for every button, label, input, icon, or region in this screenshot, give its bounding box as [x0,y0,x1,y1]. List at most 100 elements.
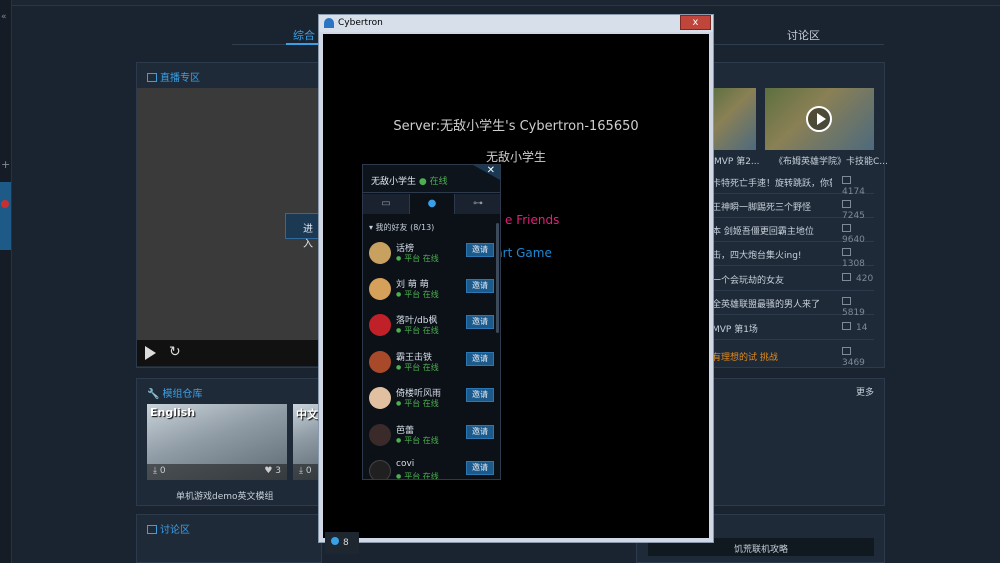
friends-panel: 无敌小学生 ● 在线 ✕ ▭ ● ⊶ ▾ 我的好友 (8/13) 话榜 平台 在… [362,164,501,480]
left-dock: « + [0,0,12,563]
friend-status: 平台 在线 [396,325,439,336]
top-bar [12,0,1000,6]
window-close-button[interactable]: x [680,15,711,30]
avatar [369,314,391,336]
refresh-icon[interactable]: ↻ [169,344,181,360]
list-item[interactable]: 一个会玩劫的女友 420 [712,267,874,291]
play-box-icon [147,73,157,82]
current-user-name: 无敌小学生 [371,177,417,187]
friends-scrollbar[interactable] [496,223,499,333]
invite-friends-button[interactable]: e Friends [505,213,559,227]
video-controls: ↻ [137,340,320,366]
cybertron-logo-icon [324,18,334,28]
list-item[interactable]: 全英雄联盟最骚的男人来了 5819 [712,291,874,318]
mod-lang-label: 中文 [296,408,318,421]
tab-games[interactable]: ⊶ [455,194,500,214]
wrench-icon: 🔧 [147,389,160,400]
mod-likes: 3 [275,466,281,476]
friend-item[interactable]: 落叶/db枫 平台 在线 邀请 [367,311,495,347]
promo-text[interactable]: 有理想的试 挑战 [712,350,778,363]
list-item[interactable]: 本 剑姬吾僵更回霸主地位 9640 [712,218,874,245]
list-item[interactable]: MVP 第1场 14 [712,316,874,340]
enter-live-button[interactable]: 进入 [285,213,321,250]
friend-status: 平台 在线 [396,362,439,373]
friend-item[interactable]: 霸王击铁 平台 在线 邀请 [367,348,495,384]
friend-status: 平台 在线 [396,471,439,479]
mod-downloads: 0 [305,466,312,476]
invite-button[interactable]: 邀请 [466,461,494,475]
person-icon [331,537,339,545]
video-caption[interactable]: 《布姆英雄学院》卡技能C... [774,154,888,167]
notification-dot [1,200,9,208]
friend-name: covi [396,459,415,469]
friend-item[interactable]: covi 平台 在线 邀请 [367,457,495,479]
item-title: 击，四大炮台集火ing! [712,251,802,261]
collapse-icon[interactable]: « [1,12,7,22]
item-count: 3469 [842,347,874,368]
friends-panel-header: 无敌小学生 ● 在线 ✕ [363,165,500,193]
close-icon: x [692,17,699,28]
dock-active-item[interactable] [0,182,11,250]
friends-tabs: ▭ ● ⊶ [363,194,500,214]
invite-button[interactable]: 邀请 [466,425,494,439]
mod-card[interactable]: English ⤓ 0 ♥ 3 [147,404,287,480]
tab-overview[interactable]: 综合 [293,27,315,43]
chat-icon [147,525,157,534]
tab-discussion[interactable]: 讨论区 [787,27,820,43]
list-item[interactable]: 击，四大炮台集火ing! 1308 [712,242,874,269]
more-link[interactable]: 更多 [856,385,874,398]
item-title: MVP 第1场 [712,325,758,335]
friends-panel-close-button[interactable]: ✕ [473,165,500,181]
friends-icon: ● [427,198,437,209]
avatar [369,242,391,264]
play-circle-icon[interactable] [806,106,832,132]
tab-friends[interactable]: ● [409,194,455,214]
mod-stats: ⤓ 0 [293,464,320,480]
invite-button[interactable]: 邀请 [466,352,494,366]
friends-group-header[interactable]: ▾ 我的好友 (8/13) [369,222,434,233]
invite-button[interactable]: 邀请 [466,243,494,257]
play-icon[interactable] [145,346,156,360]
gamepad-icon: ⊶ [473,198,483,209]
list-item[interactable]: 卡特死亡手速！旋转跳跃，你就...4174 [712,170,874,197]
item-title: 一个会玩劫的女友 [712,276,785,286]
item-count: 1308 [842,248,874,269]
video-caption[interactable]: MVP 第2... [714,154,760,167]
player-name: 无敌小学生 [485,150,546,164]
item-title: 卡特死亡手速！旋转跳跃，你就... [712,179,832,189]
avatar [369,424,391,446]
online-friends-toggle[interactable]: 8 [325,532,359,554]
tab-messages[interactable]: ▭ [363,194,409,214]
mod-name[interactable]: 单机游戏demo英文模组 [176,489,274,502]
active-tab-indicator [286,43,322,45]
list-item[interactable]: 王神瞬一脚踢死三个野怪 7245 [712,194,874,221]
window-titlebar[interactable]: Cybertron [319,15,713,32]
current-user: 无敌小学生 ● 在线 [371,174,448,187]
mod-lang-label: English [150,406,196,419]
invite-button[interactable]: 邀请 [466,315,494,329]
friend-item[interactable]: 倚楼听风雨 平台 在线 邀请 [367,384,495,420]
friend-item[interactable]: 话榜 平台 在线 邀请 [367,239,495,275]
mod-card[interactable]: 中文 ⤓ 0 [293,404,320,480]
live-title-text: 直播专区 [160,73,200,84]
invite-button[interactable]: 邀请 [466,279,494,293]
video-thumbnail[interactable] [712,88,756,150]
item-title: 王神瞬一脚踢死三个野怪 [712,203,812,213]
plus-icon[interactable]: + [1,158,10,171]
enter-label: 进入 [303,224,313,250]
friend-item[interactable]: 芭蕾 平台 在线 邀请 [367,421,495,457]
mod-downloads: 0 [159,466,166,476]
mods-panel-title: 🔧 模组仓库 [147,385,202,400]
friend-status: 平台 在线 [396,253,439,264]
friend-item[interactable]: 刘 萌 萌 平台 在线 邀请 [367,275,495,311]
item-count: 420 [842,273,873,284]
item-title: 全英雄联盟最骚的男人来了 [712,300,821,310]
friend-status: 平台 在线 [396,289,439,300]
forum-panel-title: 讨论区 [147,521,190,536]
mod-stats: ⤓ 0 ♥ 3 [147,464,287,480]
avatar [369,387,391,409]
item-count: 5819 [842,297,874,318]
live-panel-title: 直播专区 [147,69,200,84]
window-title: Cybertron [338,18,383,28]
invite-button[interactable]: 邀请 [466,388,494,402]
